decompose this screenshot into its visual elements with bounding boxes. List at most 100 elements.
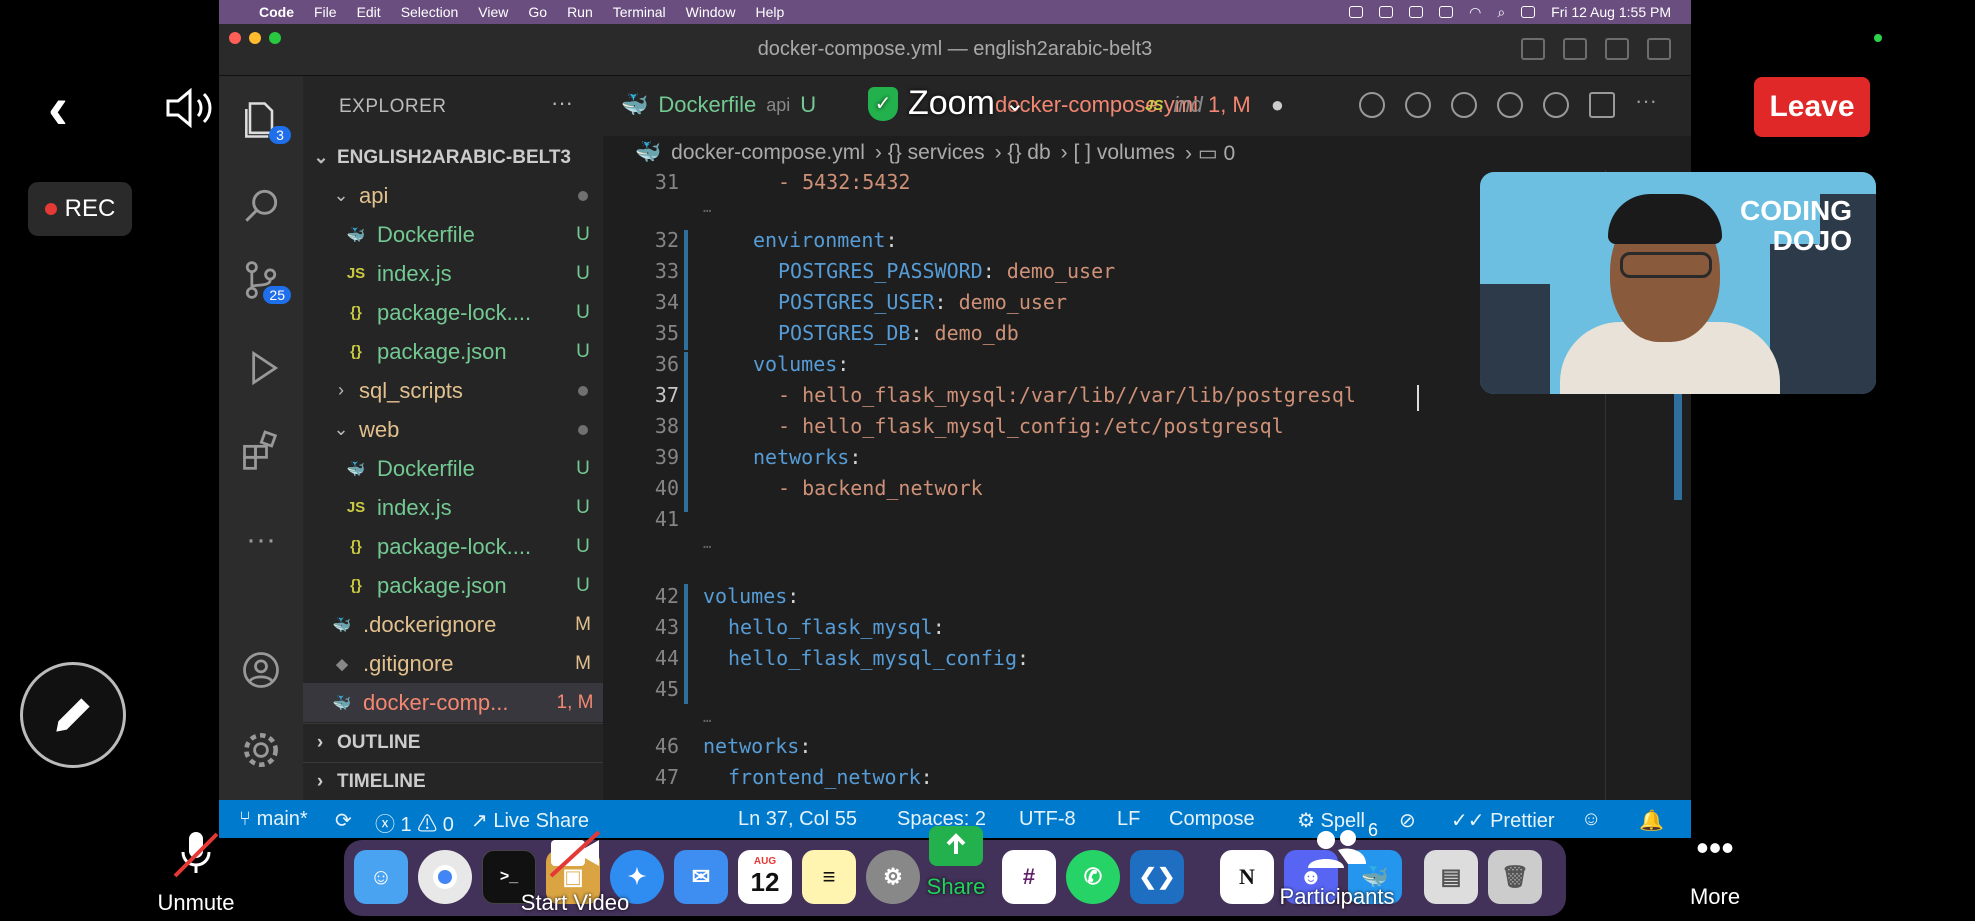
bluetooth-icon[interactable] — [1409, 6, 1424, 18]
chrome-icon[interactable] — [418, 850, 472, 904]
search-activity[interactable] — [237, 182, 285, 230]
folded-region-icon[interactable]: … — [703, 710, 711, 726]
code-line[interactable]: 47 frontend_network: — [603, 765, 1691, 795]
menu-window[interactable]: Window — [686, 4, 736, 20]
more-actions-icon[interactable]: ··· — [1635, 90, 1661, 118]
run-debug-activity[interactable] — [237, 344, 285, 392]
leave-button[interactable]: Leave — [1754, 77, 1870, 137]
folded-region-icon[interactable]: … — [703, 536, 711, 552]
finder-icon[interactable]: ☺ — [354, 850, 408, 904]
more-button[interactable]: ••• More — [1680, 826, 1750, 910]
wifi-icon[interactable]: ◠ — [1469, 4, 1481, 21]
language-mode[interactable]: Compose — [1169, 808, 1255, 831]
folded-region-icon[interactable]: … — [703, 200, 711, 216]
problems-indicator[interactable]: ⓧ 1 ⚠ 0 — [375, 808, 454, 837]
menu-file[interactable]: File — [314, 4, 337, 20]
code-line[interactable]: 42 volumes: — [603, 584, 1691, 614]
mail-icon[interactable]: ✉ — [674, 850, 728, 904]
menu-view[interactable]: View — [478, 4, 508, 20]
spotlight-icon[interactable]: ⌕ — [1497, 4, 1505, 21]
menubar-clock[interactable]: Fri 12 Aug 1:55 PM — [1551, 4, 1671, 20]
prettier-button[interactable]: ✓✓ Prettier — [1451, 808, 1555, 833]
cursor-position[interactable]: Ln 37, Col 55 — [738, 808, 857, 831]
calendar-icon[interactable]: AUG 12 — [738, 850, 792, 904]
end-of-line[interactable]: LF — [1117, 808, 1140, 831]
menu-edit[interactable]: Edit — [357, 4, 381, 20]
manage-activity[interactable] — [237, 726, 285, 774]
notifications-bell-icon[interactable]: 🔔 — [1639, 808, 1664, 833]
timeline-section[interactable]: › TIMELINE — [303, 762, 603, 801]
toggle-sidebar-icon[interactable] — [1521, 38, 1545, 60]
code-line[interactable]: 46 networks: — [603, 734, 1691, 764]
workspace-root[interactable]: ⌄ ENGLISH2ARABIC-BELT3 — [303, 138, 603, 177]
file-api-dockerfile[interactable]: 🐳 Dockerfile U — [303, 215, 603, 254]
accounts-activity[interactable] — [237, 646, 285, 694]
folder-sql-scripts[interactable]: › sql_scripts — [303, 371, 603, 410]
toggle-secondary-sidebar-icon[interactable] — [1605, 38, 1629, 60]
source-control-activity[interactable]: 25 — [237, 256, 291, 304]
battery-icon[interactable] — [1439, 6, 1454, 18]
git-branch[interactable]: ⑂ main* — [239, 808, 308, 831]
vscode-icon[interactable]: ❮❯ — [1130, 850, 1184, 904]
whatsapp-icon[interactable]: ✆ — [1066, 850, 1120, 904]
start-video-button[interactable]: Start Video — [504, 826, 646, 916]
tab-index-js[interactable]: JS ind — [1145, 92, 1203, 118]
tab-docker-compose[interactable]: docker-compose.yml 1, M ● — [995, 92, 1284, 118]
file-gitignore[interactable]: ◆ .gitignore M — [303, 644, 603, 683]
git-previous-icon[interactable] — [1405, 92, 1431, 118]
toggle-panel-icon[interactable] — [1563, 38, 1587, 60]
back-chevron-icon[interactable]: ‹ — [48, 78, 68, 138]
docker-menu-icon[interactable] — [1379, 6, 1394, 18]
status-menu-icon[interactable] — [1349, 6, 1364, 18]
file-docker-compose[interactable]: 🐳 docker-comp... 1, M — [303, 683, 603, 722]
participant-video[interactable]: CODING DOJO — [1480, 172, 1876, 394]
folder-api[interactable]: ⌄ api — [303, 176, 603, 215]
explorer-activity[interactable]: 3 — [237, 96, 291, 144]
share-screen-button[interactable]: Share — [920, 826, 992, 900]
sync-icon[interactable]: ⟳ — [335, 808, 352, 833]
code-line[interactable]: 45 — [603, 677, 1691, 707]
menu-go[interactable]: Go — [528, 4, 547, 20]
file-api-package-json[interactable]: {} package.json U — [303, 332, 603, 371]
git-commit-icon[interactable] — [1451, 92, 1477, 118]
code-line[interactable]: 40 - backend_network — [603, 476, 1691, 506]
file-web-package-lock[interactable]: {} package-lock.... U — [303, 527, 603, 566]
more-activity-icon[interactable]: ··· — [237, 516, 285, 564]
file-web-dockerfile[interactable]: 🐳 Dockerfile U — [303, 449, 603, 488]
speaker-button[interactable] — [164, 86, 220, 135]
annotate-button[interactable] — [20, 662, 126, 768]
file-api-package-lock[interactable]: {} package-lock.... U — [303, 293, 603, 332]
menu-app[interactable]: Code — [259, 4, 294, 20]
file-web-package-json[interactable]: {} package.json U — [303, 566, 603, 605]
breadcrumb-file[interactable]: docker-compose.yml — [671, 141, 865, 165]
control-center-icon[interactable] — [1521, 6, 1536, 18]
gitlens-icon[interactable] — [1543, 92, 1569, 118]
slack-icon[interactable]: # — [1002, 850, 1056, 904]
code-line[interactable]: 44 hello_flask_mysql_config: — [603, 646, 1691, 676]
code-line[interactable]: 43 hello_flask_mysql: — [603, 615, 1691, 645]
file-web-index-js[interactable]: JS index.js U — [303, 488, 603, 527]
system-preferences-icon[interactable]: ⚙ — [866, 850, 920, 904]
trash-icon[interactable]: 🗑 — [1488, 850, 1542, 904]
file-dockerignore[interactable]: 🐳 .dockerignore M — [303, 605, 603, 644]
file-api-index-js[interactable]: JS index.js U — [303, 254, 603, 293]
encoding[interactable]: UTF-8 — [1019, 808, 1076, 831]
code-line[interactable]: 39 networks: — [603, 445, 1691, 475]
breadcrumb-volumes[interactable]: › [ ] volumes — [1061, 141, 1175, 165]
recording-indicator[interactable]: REC — [28, 182, 132, 236]
breadcrumb-services[interactable]: › {} services — [875, 141, 985, 165]
git-next-icon[interactable] — [1497, 92, 1523, 118]
extensions-activity[interactable] — [237, 426, 285, 474]
menu-selection[interactable]: Selection — [401, 4, 459, 20]
tab-api-dockerfile[interactable]: 🐳 Dockerfile api U — [621, 92, 816, 118]
menu-terminal[interactable]: Terminal — [613, 4, 666, 20]
split-editor-icon[interactable] — [1589, 92, 1615, 118]
explorer-more-button[interactable]: ··· — [551, 90, 573, 116]
unsaved-dot-icon[interactable]: ● — [1271, 92, 1284, 118]
participants-button[interactable]: 6 Participants — [1264, 820, 1410, 910]
breadcrumb-index[interactable]: › ▭ 0 — [1185, 141, 1235, 166]
open-changes-icon[interactable] — [1359, 92, 1385, 118]
menu-help[interactable]: Help — [755, 4, 784, 20]
documents-folder-icon[interactable]: ▤ — [1424, 850, 1478, 904]
feedback-icon[interactable]: ☺ — [1581, 808, 1601, 831]
